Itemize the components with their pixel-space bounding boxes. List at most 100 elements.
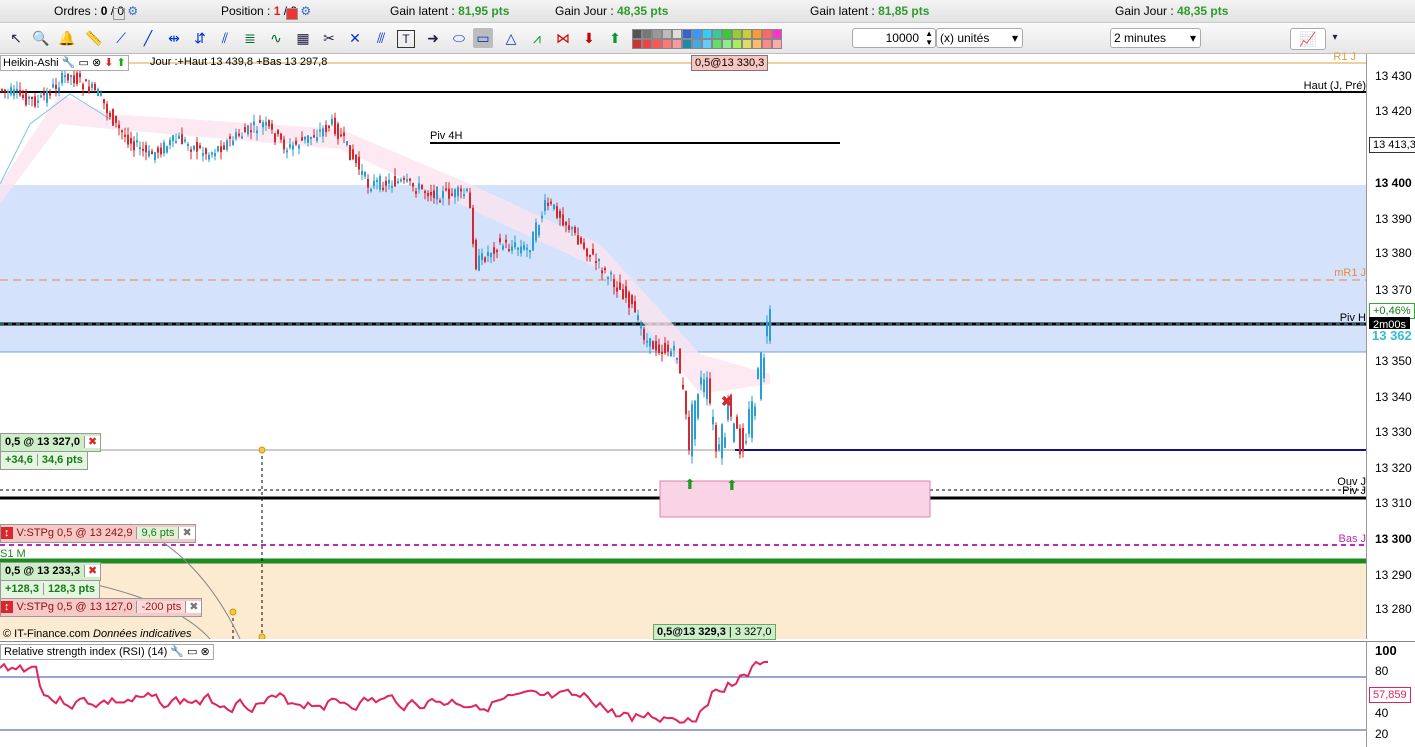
color-swatch[interactable] bbox=[652, 29, 662, 39]
ruler-icon[interactable]: 📏 bbox=[84, 28, 104, 48]
sell-icon[interactable]: ⬇ bbox=[104, 57, 113, 69]
order-position-1[interactable]: 0,5 @ 13 327,0 ✖ bbox=[0, 433, 102, 452]
rsi-pane[interactable]: Relative strength index (RSI) (14) 🔧 ▭ ⊗ bbox=[0, 641, 1366, 747]
candle-body bbox=[706, 377, 708, 400]
gear-icon[interactable]: ⚙ bbox=[300, 4, 311, 18]
sell-arrow-icon[interactable]: ⬇ bbox=[579, 28, 599, 48]
price-chart[interactable]: ⬆ ⬆ ✖ Heikin-Ashi 🔧 ▭ ⊗ ⬇ ⬆ Jour :+Haut … bbox=[0, 51, 1366, 640]
color-swatch[interactable] bbox=[682, 39, 692, 49]
color-swatch[interactable] bbox=[762, 39, 772, 49]
channel-icon[interactable]: ⫽ bbox=[215, 28, 235, 48]
tools-icon[interactable]: ✂ bbox=[319, 28, 339, 48]
quantity-input[interactable]: 10000 ▲ ▼ bbox=[852, 28, 936, 48]
ellipse-icon[interactable]: ⬭ bbox=[449, 28, 469, 48]
unit-select[interactable]: (x) unités ▾ bbox=[936, 28, 1023, 48]
price-axis-label: 13 350 bbox=[1375, 354, 1412, 368]
position-status: Position : 1 / 0 ⚙ bbox=[221, 4, 311, 20]
gear-icon[interactable]: ⚙ bbox=[127, 4, 138, 18]
zoom-icon[interactable]: 🔍 bbox=[31, 28, 51, 48]
color-swatch[interactable] bbox=[762, 29, 772, 39]
wrench-icon[interactable]: 🔧 bbox=[62, 57, 76, 69]
arrow-icon[interactable]: ➜ bbox=[423, 28, 443, 48]
color-swatch[interactable] bbox=[642, 39, 652, 49]
gann-icon[interactable]: ▦ bbox=[293, 28, 313, 48]
candle-body bbox=[484, 257, 486, 262]
rectangle-icon[interactable]: ▭ bbox=[473, 28, 493, 48]
color-swatch[interactable] bbox=[632, 29, 642, 39]
vertical-line-icon[interactable]: ⇵ bbox=[190, 28, 210, 48]
maximize-icon[interactable]: ▭ bbox=[78, 57, 88, 69]
price-axis[interactable]: 13 43013 42013 41013 40013 39013 38013 3… bbox=[1366, 54, 1415, 639]
parallel-icon[interactable]: ⫻ bbox=[371, 28, 391, 48]
color-swatch[interactable] bbox=[642, 29, 652, 39]
color-swatch[interactable] bbox=[752, 29, 762, 39]
close-position-icon[interactable] bbox=[285, 8, 298, 20]
stop-order-1[interactable]: ↕ V:STPg 0,5 @ 13 242,9 9,6 pts ✖ bbox=[0, 524, 196, 543]
color-swatch[interactable] bbox=[692, 29, 702, 39]
color-swatch[interactable] bbox=[772, 29, 782, 39]
close-icon[interactable]: ✖ bbox=[83, 436, 101, 448]
close-icon[interactable]: ✖ bbox=[83, 565, 101, 577]
color-swatch[interactable] bbox=[732, 39, 742, 49]
text-icon[interactable]: T bbox=[397, 30, 415, 48]
triangle-icon[interactable]: △ bbox=[501, 28, 521, 48]
ray-icon[interactable]: ╱ bbox=[138, 28, 158, 48]
color-swatch[interactable] bbox=[732, 29, 742, 39]
pointer-icon[interactable]: ↖ bbox=[6, 28, 26, 48]
top-order-tag[interactable]: 0,5@13 330,3 bbox=[691, 55, 769, 71]
maximize-icon[interactable]: ▭ bbox=[187, 646, 197, 658]
close-icon[interactable]: ⊗ bbox=[201, 646, 210, 658]
order-handle[interactable] bbox=[258, 446, 266, 454]
stop-order-2[interactable]: ↕ V:STPg 0,5 @ 13 127,0 -200 pts ✖ bbox=[0, 598, 203, 617]
cross-icon[interactable]: ✕ bbox=[345, 28, 365, 48]
fibonacci-icon[interactable]: ≣ bbox=[240, 28, 260, 48]
candle-body bbox=[700, 377, 702, 385]
color-swatch[interactable] bbox=[702, 29, 712, 39]
candle-body bbox=[412, 183, 414, 187]
order-handle[interactable] bbox=[258, 633, 266, 639]
color-swatch[interactable] bbox=[662, 29, 672, 39]
color-swatch[interactable] bbox=[672, 29, 682, 39]
drag-handle-icon[interactable]: ↕ bbox=[1, 527, 13, 539]
close-icon[interactable]: ✖ bbox=[185, 601, 202, 613]
wrench-icon[interactable]: 🔧 bbox=[170, 646, 184, 658]
alert-bell-icon[interactable]: 🔔 bbox=[57, 28, 77, 48]
horizontal-line-icon[interactable]: ⇹ bbox=[164, 28, 184, 48]
color-swatch[interactable] bbox=[742, 39, 752, 49]
color-swatch[interactable] bbox=[652, 39, 662, 49]
order-handle[interactable] bbox=[229, 608, 237, 616]
zigzag-icon[interactable]: ⩘ bbox=[527, 28, 547, 48]
color-swatch[interactable] bbox=[662, 39, 672, 49]
color-swatch[interactable] bbox=[752, 39, 762, 49]
bottom-order-tag[interactable]: 0,5@13 329,3 | 3 327,0 bbox=[653, 624, 776, 640]
chart-type-icon[interactable]: 📈 bbox=[1290, 28, 1326, 50]
color-swatch[interactable] bbox=[632, 39, 642, 49]
chevron-down-icon[interactable]: ▾ bbox=[1325, 28, 1345, 48]
drag-handle-icon[interactable]: ↕ bbox=[1, 601, 13, 613]
color-swatch[interactable] bbox=[702, 39, 712, 49]
color-swatch[interactable] bbox=[682, 29, 692, 39]
color-swatch[interactable] bbox=[742, 29, 752, 39]
candle-body bbox=[436, 186, 438, 200]
close-icon[interactable]: ✖ bbox=[178, 527, 195, 539]
color-swatch[interactable] bbox=[712, 39, 722, 49]
candle-body bbox=[694, 400, 696, 440]
timeframe-select[interactable]: 2 minutes ▾ bbox=[1110, 28, 1201, 48]
trendline-icon[interactable]: ⟋ bbox=[111, 28, 131, 48]
buy-arrow-icon[interactable]: ⬆ bbox=[605, 28, 625, 48]
color-swatch[interactable] bbox=[692, 39, 702, 49]
buy-icon[interactable]: ⬆ bbox=[117, 57, 126, 69]
close-icon[interactable]: ⊗ bbox=[92, 57, 101, 69]
color-swatch[interactable] bbox=[672, 39, 682, 49]
pattern-icon[interactable]: ⋈ bbox=[553, 28, 573, 48]
wave-icon[interactable]: ∿ bbox=[266, 28, 286, 48]
color-swatch[interactable] bbox=[722, 39, 732, 49]
color-swatch[interactable] bbox=[712, 29, 722, 39]
candle-body bbox=[679, 348, 681, 374]
order-position-2[interactable]: 0,5 @ 13 233,3 ✖ bbox=[0, 562, 102, 581]
price-chart-canvas[interactable]: ⬆ ⬆ ✖ bbox=[0, 54, 1366, 639]
highlight-box[interactable] bbox=[659, 480, 931, 518]
orders-cancel-icon[interactable] bbox=[112, 8, 125, 20]
color-swatch[interactable] bbox=[722, 29, 732, 39]
color-swatch[interactable] bbox=[772, 39, 782, 49]
